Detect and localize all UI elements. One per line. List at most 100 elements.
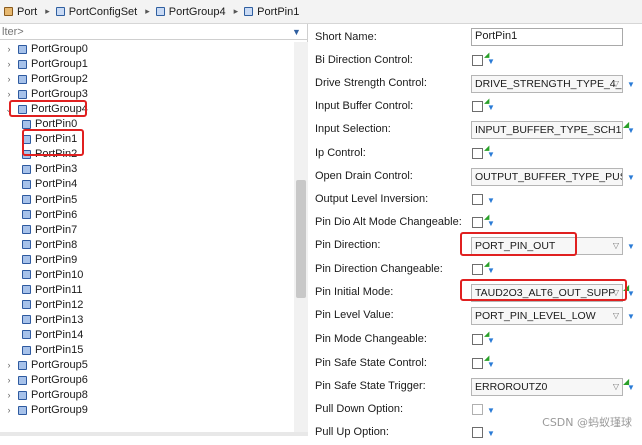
output-level-inversion-checkbox[interactable]: [472, 194, 483, 205]
breadcrumb-portpin1[interactable]: PortPin1: [244, 6, 299, 18]
tree-item-group[interactable]: ⌄ PortGroup4: [4, 102, 88, 116]
select-value: PORT_PIN_LEVEL_LOW: [475, 310, 596, 322]
chevron-down-icon[interactable]: ▼: [627, 80, 635, 89]
tree-item-pin[interactable]: PortPin13: [16, 313, 83, 327]
tree-item-pin[interactable]: PortPin8: [16, 238, 77, 252]
pin-mode-changeable-checkbox[interactable]: [472, 334, 483, 345]
expander-arrow-icon[interactable]: ›: [4, 390, 14, 400]
pull-up-checkbox[interactable]: [472, 427, 483, 438]
chevron-down-icon[interactable]: ▼: [487, 196, 495, 205]
bi-direction-checkbox[interactable]: [472, 55, 483, 66]
tree-scrollbar[interactable]: [294, 42, 308, 436]
pin-direction-changeable-checkbox[interactable]: [472, 264, 483, 275]
open-drain-select[interactable]: OUTPUT_BUFFER_TYPE_PUSH: [471, 168, 623, 186]
breadcrumb-portconfigset[interactable]: PortConfigSet: [55, 6, 137, 18]
tree-item-group[interactable]: › PortGroup3: [4, 87, 88, 101]
breadcrumb-portgroup4[interactable]: PortGroup4: [155, 6, 226, 18]
pin-safe-state-control-checkbox[interactable]: [472, 358, 483, 369]
chevron-down-icon[interactable]: ▼: [487, 219, 495, 228]
breadcrumb: Port ▸ PortConfigSet ▸ PortGroup4 ▸ Port…: [0, 0, 642, 24]
chevron-down-icon[interactable]: ▼: [627, 126, 635, 135]
tree-item-pin[interactable]: PortPin10: [16, 268, 83, 282]
tree-item-group[interactable]: › PortGroup0: [4, 42, 88, 56]
pin-direction-select[interactable]: PORT_PIN_OUT ▽: [471, 237, 623, 255]
chevron-down-icon[interactable]: ▼: [487, 360, 495, 369]
prop-pin-mode-changeable: Pin Mode Changeable: ◢ ▼: [309, 330, 642, 352]
container-icon: [22, 149, 31, 159]
drive-strength-select[interactable]: DRIVE_STRENGTH_TYPE_4_S ▽: [471, 75, 623, 93]
chevron-down-icon[interactable]: ▼: [487, 429, 495, 438]
tree-item-group[interactable]: › PortGroup8: [4, 388, 88, 402]
input-selection-select[interactable]: INPUT_BUFFER_TYPE_SCH1: [471, 121, 623, 139]
chevron-down-icon[interactable]: ▼: [487, 266, 495, 275]
tree-item-group[interactable]: › PortGroup6: [4, 373, 88, 387]
tree-item-pin[interactable]: PortPin15: [16, 343, 83, 357]
expander-arrow-icon[interactable]: ›: [4, 89, 14, 99]
container-icon: [22, 164, 31, 174]
tree-item-pin[interactable]: PortPin5: [16, 193, 77, 207]
tree-item-pin[interactable]: PortPin2: [16, 147, 77, 161]
tree-item-label: PortGroup2: [31, 73, 88, 86]
short-name-input[interactable]: PortPin1: [471, 28, 623, 46]
expander-arrow-icon[interactable]: ⌄: [4, 104, 14, 115]
tree-item-pin[interactable]: PortPin4: [16, 177, 77, 191]
bi-direction-label: Bi Direction Control:: [315, 54, 413, 66]
chevron-down-icon[interactable]: ▼: [627, 383, 635, 392]
chevron-down-icon[interactable]: ▼: [627, 173, 635, 182]
expander-arrow-icon[interactable]: ›: [4, 360, 14, 370]
chevron-down-icon[interactable]: ▼: [487, 406, 495, 415]
tree-item-pin[interactable]: PortPin9: [16, 253, 77, 267]
tree-item-group[interactable]: › PortGroup1: [4, 57, 88, 71]
container-icon: [22, 119, 31, 129]
container-icon: [22, 345, 31, 355]
expander-arrow-icon[interactable]: ›: [4, 405, 14, 415]
ip-control-checkbox[interactable]: [472, 148, 483, 159]
pull-down-checkbox[interactable]: [472, 404, 483, 415]
pull-down-label: Pull Down Option:: [315, 403, 404, 415]
chevron-down-icon[interactable]: ▼: [487, 336, 495, 345]
dropdown-arrow-icon[interactable]: ▼: [292, 27, 301, 37]
chevron-right-icon: ▸: [45, 6, 50, 16]
expander-arrow-icon[interactable]: ›: [4, 375, 14, 385]
input-selection-label: Input Selection:: [315, 123, 391, 135]
chevron-down-icon[interactable]: ▼: [487, 57, 495, 66]
tree-item-pin[interactable]: PortPin3: [16, 162, 77, 176]
tree-item-label: PortGroup4: [31, 103, 88, 116]
chevron-down-icon: ▽: [612, 382, 619, 391]
input-buffer-checkbox[interactable]: [472, 101, 483, 112]
pin-level-value-select[interactable]: PORT_PIN_LEVEL_LOW ▽: [471, 307, 623, 325]
tree-item-label: PortGroup9: [31, 404, 88, 417]
tree-item-pin[interactable]: PortPin14: [16, 328, 83, 342]
dio-alt-mode-checkbox[interactable]: [472, 217, 483, 228]
chevron-down-icon[interactable]: ▼: [627, 312, 635, 321]
scrollbar-thumb[interactable]: [296, 180, 306, 298]
prop-pin-level-value: Pin Level Value: PORT_PIN_LEVEL_LOW ▽ ▼: [309, 306, 642, 328]
tree-item-group[interactable]: › PortGroup9: [4, 403, 88, 417]
tree-item-group[interactable]: › PortGroup5: [4, 358, 88, 372]
tree-item-label: PortPin12: [35, 298, 84, 311]
chevron-down-icon[interactable]: ▼: [487, 103, 495, 112]
filter-input[interactable]: [0, 24, 288, 39]
tree-item-pin[interactable]: PortPin0: [16, 117, 77, 131]
prop-pin-initial-mode: Pin Initial Mode: TAUD2O3_ALT6_OUT_SUPP …: [309, 283, 642, 305]
tree-item-pin[interactable]: PortPin7: [16, 223, 77, 237]
chevron-down-icon[interactable]: ▼: [487, 150, 495, 159]
expander-arrow-icon[interactable]: ›: [4, 59, 14, 69]
expander-arrow-icon[interactable]: ›: [4, 44, 14, 54]
tree-item-group[interactable]: › PortGroup2: [4, 72, 88, 86]
container-icon: [22, 210, 31, 220]
tree-item-pin[interactable]: PortPin12: [16, 298, 83, 312]
pin-initial-mode-select[interactable]: TAUD2O3_ALT6_OUT_SUPP ▽: [471, 284, 623, 302]
expander-arrow-icon[interactable]: ›: [4, 74, 14, 84]
prop-drive-strength: Drive Strength Control: DRIVE_STRENGTH_T…: [309, 74, 642, 96]
tree-item-pin[interactable]: PortPin6: [16, 208, 77, 222]
chevron-down-icon[interactable]: ▼: [627, 242, 635, 251]
tree-item-pin[interactable]: PortPin1: [16, 132, 77, 146]
prop-ip-control: Ip Control: ◢ ▼: [309, 144, 642, 166]
pin-safe-state-trigger-select[interactable]: ERROROUTZ0 ▽: [471, 378, 623, 396]
horizontal-scrollbar[interactable]: [0, 432, 308, 436]
chevron-down-icon[interactable]: ▼: [627, 289, 635, 298]
tree-item-label: PortPin0: [35, 118, 78, 131]
breadcrumb-port[interactable]: Port: [4, 6, 37, 18]
tree-item-pin[interactable]: PortPin11: [16, 283, 83, 297]
